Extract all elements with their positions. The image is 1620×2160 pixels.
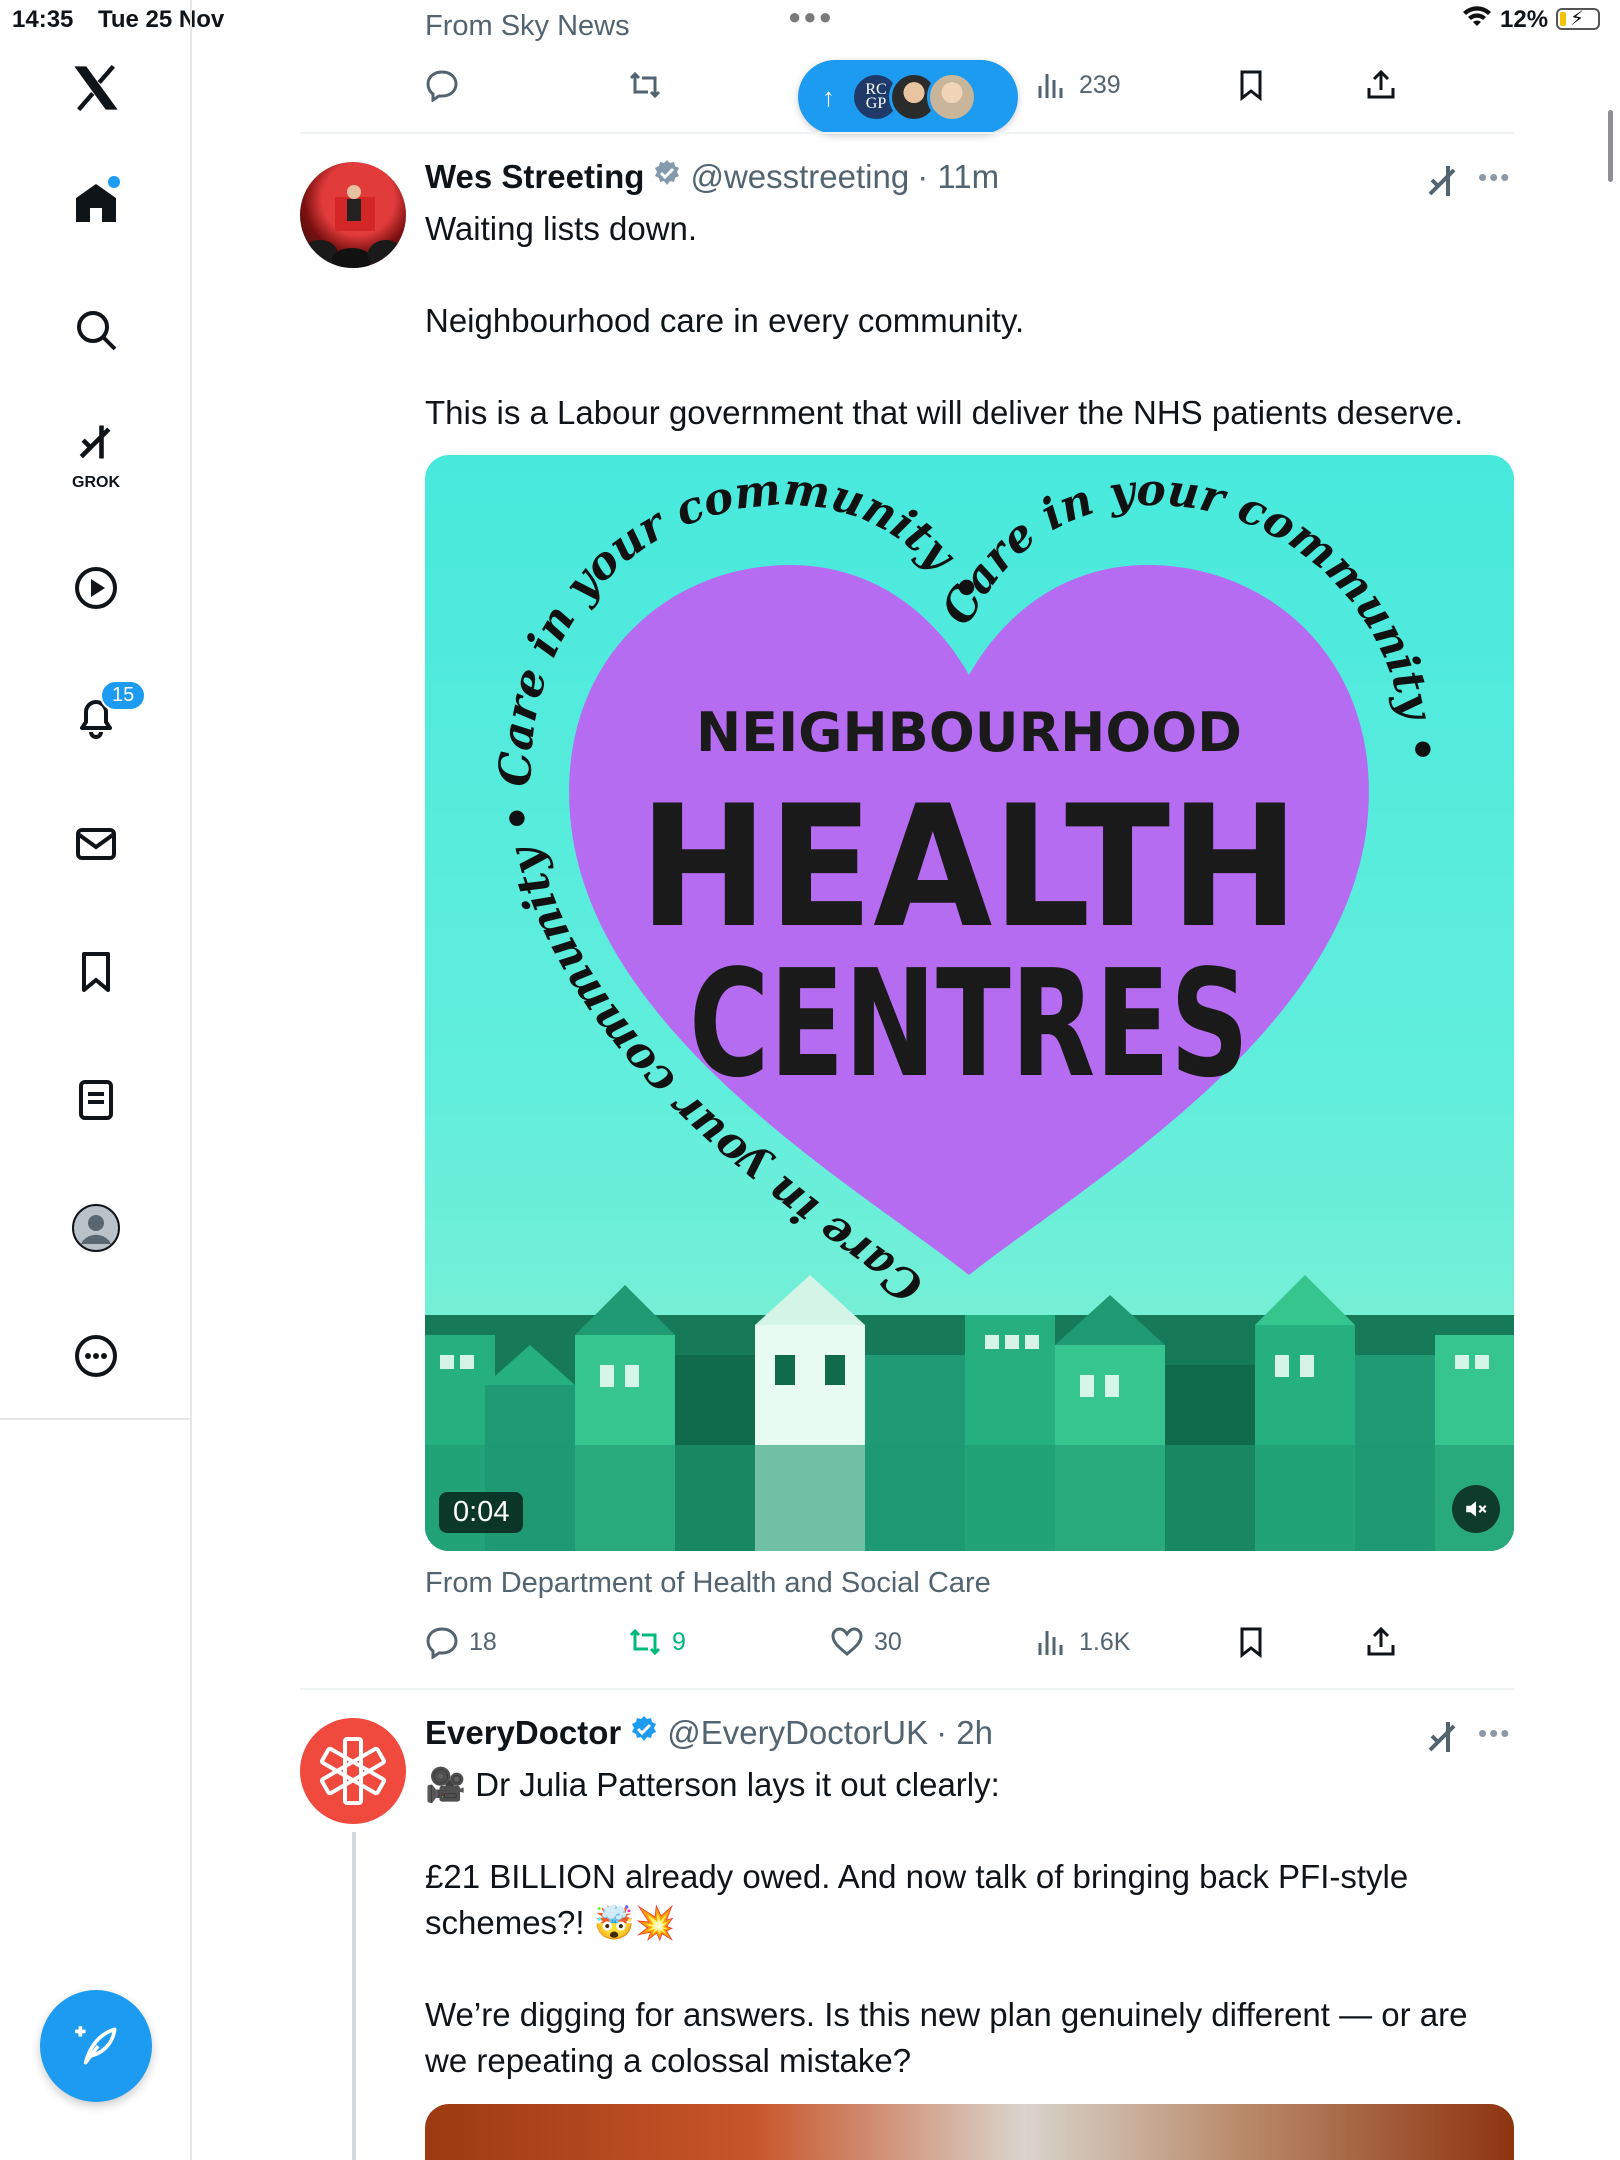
new-posts-pill[interactable]: ↑ RC GP [798, 60, 1018, 134]
battery-icon: ⚡ [1556, 8, 1600, 30]
author-name[interactable]: Wes Streeting [425, 158, 644, 196]
repost-count: 9 [672, 1627, 686, 1656]
author-handle[interactable]: @wesstreeting [690, 158, 909, 196]
author-name[interactable]: EveryDoctor [425, 1714, 621, 1752]
speaker-muted-icon [1466, 1501, 1487, 1517]
tweet-paragraph: This is a Labour government that will de… [425, 394, 1464, 431]
status-bar: 14:35 Tue 25 Nov ●●● 12% ⚡ [0, 0, 1620, 40]
bookmark-outline-icon [1240, 1627, 1262, 1659]
grok-label: GROK [72, 474, 120, 491]
reply-button[interactable]: 18 [425, 1617, 497, 1667]
post-time[interactable]: · 11m [917, 158, 999, 196]
star-of-life-icon [320, 1737, 386, 1805]
bookmark-icon[interactable] [60, 936, 132, 1008]
home-icon[interactable] [60, 166, 132, 238]
like-button[interactable]: 30 [830, 1617, 902, 1667]
tweet-header: EveryDoctor @EveryDoctorUK · 2h [425, 1714, 993, 1752]
sidebar-nav: GROK 15 [0, 0, 192, 1420]
new-post-avatar [927, 72, 977, 122]
like-count: 30 [874, 1627, 902, 1656]
more-options-icon[interactable] [60, 1320, 132, 1392]
search-icon[interactable] [60, 294, 132, 366]
tweet-actions: 18 9 30 1.6K [0, 1617, 1620, 1667]
reply-count: 18 [469, 1627, 497, 1656]
mute-toggle[interactable] [1452, 1485, 1500, 1533]
repost-button[interactable]: 9 [628, 1617, 686, 1667]
scrollbar-thumb[interactable] [1608, 110, 1613, 182]
tweet-paragraph: Waiting lists down. [425, 210, 698, 247]
views-button[interactable]: 239 [1035, 60, 1121, 110]
views-icon [1038, 1631, 1063, 1655]
notifications-badge: 15 [100, 680, 147, 711]
bookmark-button[interactable] [1234, 60, 1268, 110]
tweet-text: 🎥 Dr Julia Patterson lays it out clearly… [425, 1762, 1515, 2084]
verified-blue-badge-icon [632, 1716, 657, 1741]
headline-small: NEIGHBOURHOOD [696, 701, 1242, 764]
video-icon[interactable] [60, 552, 132, 624]
share-icon [1367, 1626, 1395, 1656]
repost-button[interactable] [628, 60, 662, 110]
grok-icon[interactable]: GROK [60, 414, 132, 491]
share-button[interactable] [1364, 1617, 1398, 1667]
tweet-text: Waiting lists down. Neighbourhood care i… [425, 206, 1515, 436]
verified-gray-badge-icon [655, 160, 680, 185]
headline-big-2: CENTRES [689, 938, 1249, 1110]
post-divider [300, 132, 1514, 134]
share-icon [1367, 69, 1395, 99]
tweet-paragraph: We’re digging for answers. Is this new p… [425, 1996, 1468, 2079]
post-more-icon[interactable]: ••• [1478, 162, 1511, 193]
reply-button[interactable] [425, 60, 459, 110]
headline-big-1: HEALTH [639, 769, 1299, 965]
messages-mail-icon[interactable] [60, 808, 132, 880]
repost-active-icon [629, 1628, 661, 1656]
views-count: 1.6K [1079, 1627, 1131, 1656]
wes-streeting-avatar[interactable] [300, 162, 406, 268]
multitasking-dots-icon[interactable]: ●●● [788, 4, 834, 30]
views-icon [1038, 74, 1063, 98]
buildings-illustration [425, 1275, 1514, 1551]
home-unread-dot [108, 176, 120, 188]
sidebar-divider [190, 1420, 192, 2160]
post-video-preview[interactable] [425, 2104, 1514, 2160]
tweet-paragraph: 🎥 Dr Julia Patterson lays it out clearly… [425, 1766, 1000, 1803]
grok-explain-icon[interactable] [1424, 1716, 1464, 1756]
neighbourhood-health-centres-graphic: Care in your community • Care in your co… [425, 464, 1514, 1551]
video-duration: 0:04 [439, 1492, 524, 1533]
reply-icon [426, 70, 458, 102]
media-source[interactable]: From Department of Health and Social Car… [425, 1567, 991, 1600]
tweet-header: Wes Streeting @wesstreeting · 11m [425, 158, 999, 196]
arrow-up-icon: ↑ [822, 81, 835, 112]
wifi-icon [1463, 6, 1491, 26]
heart-icon [831, 1627, 863, 1656]
notifications-bell-icon[interactable]: 15 [60, 680, 147, 752]
post-divider [300, 1688, 1514, 1690]
author-handle[interactable]: @EveryDoctorUK [667, 1714, 928, 1752]
bookmark-outline-icon [1240, 70, 1262, 102]
feather-plus-icon [75, 2026, 117, 2065]
tweet-paragraph: £21 BILLION already owed. And now talk o… [425, 1858, 1409, 1941]
grok-explain-icon[interactable] [1424, 160, 1464, 200]
views-button[interactable]: 1.6K [1035, 1617, 1130, 1667]
everydoctor-avatar[interactable] [300, 1718, 406, 1824]
tweet-paragraph: Neighbourhood care in every community. [425, 302, 1025, 339]
bookmark-button[interactable] [1234, 1617, 1268, 1667]
post-more-icon[interactable]: ••• [1478, 1718, 1511, 1749]
thread-connector [352, 1832, 356, 2160]
lists-icon[interactable] [60, 1064, 132, 1136]
post-time[interactable]: · 2h [936, 1714, 993, 1752]
reply-icon [426, 1627, 458, 1659]
previous-post-source: From Sky News [425, 10, 630, 42]
battery-percent: 12% [1500, 6, 1549, 33]
profile-avatar-icon[interactable] [60, 1192, 132, 1264]
repost-icon [629, 71, 661, 99]
share-button[interactable] [1364, 60, 1398, 110]
views-count: 239 [1079, 70, 1121, 99]
post-video[interactable]: Care in your community • Care in your co… [425, 455, 1514, 1551]
compose-post-button[interactable] [40, 1990, 152, 2102]
